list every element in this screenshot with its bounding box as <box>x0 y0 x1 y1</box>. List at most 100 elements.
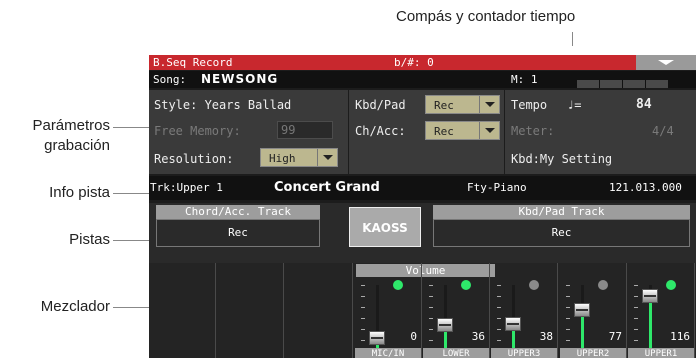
channel-volume-value: 116 <box>670 330 690 343</box>
fader-knob[interactable] <box>642 289 658 304</box>
channel-name[interactable]: LOWER <box>423 348 489 358</box>
scale-tick <box>566 307 570 308</box>
kbd-setting[interactable]: Kbd:My Setting <box>511 152 612 166</box>
song-name[interactable]: NEWSONG <box>201 71 278 88</box>
kbd-pad-label: Kbd/Pad <box>355 98 406 112</box>
tempo-label: Tempo <box>511 98 548 112</box>
scale-tick <box>429 318 433 319</box>
callout-line <box>113 127 149 128</box>
resolution-value: High <box>269 152 296 165</box>
mixer-channel: 0 MIC/IN <box>355 263 422 358</box>
divider <box>504 90 505 174</box>
mixer-channel: 77 UPPER2 <box>560 263 627 358</box>
page-menu-button[interactable] <box>636 55 696 70</box>
callout-line <box>572 32 573 46</box>
mixer-channel: 116 UPPER1 <box>628 263 695 358</box>
scale-tick <box>429 340 433 341</box>
title-bar: B.Seq Record b/#: 0 <box>149 55 696 70</box>
fader-scale <box>634 285 638 343</box>
chord-acc-track-button[interactable]: Rec <box>156 219 320 247</box>
track-info: Trk:Upper 1 Concert Grand Fty-Piano 121.… <box>149 176 696 200</box>
channel-name[interactable]: UPPER2 <box>560 348 626 358</box>
song-label: Song: <box>153 73 187 86</box>
tempo-note-icon: ♩= <box>567 98 582 112</box>
scale-tick <box>634 318 638 319</box>
scale-tick <box>634 307 638 308</box>
fader-knob[interactable] <box>574 302 590 317</box>
scale-tick <box>361 329 365 330</box>
chevron-down-icon <box>479 96 499 113</box>
mixer-channel: 36 LOWER <box>423 263 490 358</box>
callout-track-info: Info pista <box>49 184 110 201</box>
channel-status-led[interactable] <box>666 280 676 290</box>
fader-knob[interactable] <box>505 317 521 332</box>
mixer: Volume 0 MIC/IN 36 LOWER 38 UPPER3 77 UPPER2 116… <box>149 263 696 358</box>
kbd-pad-select[interactable]: Rec <box>425 95 500 114</box>
scale-tick <box>566 340 570 341</box>
scale-tick <box>497 318 501 319</box>
fader-scale <box>361 285 365 343</box>
beat-indicator <box>646 80 668 88</box>
sound-bank: Fty-Piano <box>467 181 527 194</box>
fader-knob[interactable] <box>369 331 385 345</box>
tracks-section: Chord/Acc. Track Rec KAOSS Kbd/Pad Track… <box>149 203 696 263</box>
scale-tick <box>429 307 433 308</box>
callout-record-params: Parámetros grabación <box>32 117 110 154</box>
mixer-channel: 38 UPPER3 <box>491 263 558 358</box>
chord-acc-track-label: Chord/Acc. Track <box>156 205 320 219</box>
record-parameters: Style: Years Ballad Free Memory: 99 Reso… <box>149 90 696 174</box>
ch-acc-value: Rec <box>434 125 454 138</box>
chevron-down-icon <box>479 122 499 139</box>
ch-acc-select[interactable]: Rec <box>425 121 500 140</box>
kbd-pad-value: Rec <box>434 99 454 112</box>
fader-knob[interactable] <box>437 318 453 333</box>
style-name[interactable]: Style: Years Ballad <box>154 98 291 112</box>
scale-tick <box>361 340 365 341</box>
beat-indicator <box>577 80 599 88</box>
page-title: B.Seq Record <box>153 56 233 69</box>
mixer-channel-empty <box>286 263 353 358</box>
beat-counter <box>577 76 669 88</box>
free-memory-value: 99 <box>277 121 333 139</box>
scale-tick <box>566 285 570 286</box>
track-name: Trk:Upper 1 <box>150 181 223 194</box>
tempo-value[interactable]: 84 <box>636 97 652 112</box>
device-screen: B.Seq Record b/#: 0 Song: NEWSONG M: 1 S… <box>149 55 696 358</box>
scale-tick <box>429 296 433 297</box>
channel-name[interactable]: UPPER1 <box>628 348 694 358</box>
channel-volume-value: 77 <box>608 330 622 343</box>
channel-volume-value: 36 <box>471 330 485 343</box>
scale-tick <box>361 318 365 319</box>
scale-tick <box>634 296 638 297</box>
meter-label: Meter: <box>511 124 555 138</box>
divider <box>348 90 349 174</box>
song-bar: Song: NEWSONG M: 1 <box>149 71 696 88</box>
channel-volume-value: 38 <box>539 330 553 343</box>
channel-name[interactable]: UPPER3 <box>491 348 557 358</box>
channel-status-led[interactable] <box>461 280 471 290</box>
callout-tracks: Pistas <box>69 231 110 248</box>
channel-volume-value: 0 <box>410 330 417 343</box>
scale-tick <box>361 285 365 286</box>
kbd-pad-track-button[interactable]: Rec <box>433 219 690 247</box>
kaoss-button[interactable]: KAOSS <box>349 207 421 247</box>
scale-tick <box>361 307 365 308</box>
resolution-select[interactable]: High <box>260 148 338 167</box>
channel-status-led[interactable] <box>529 280 539 290</box>
callout-line <box>113 307 149 308</box>
channel-status-led[interactable] <box>393 280 403 290</box>
channel-name[interactable]: MIC/IN <box>355 348 421 358</box>
scale-tick <box>429 329 433 330</box>
channel-status-led[interactable] <box>598 280 608 290</box>
scale-tick <box>497 307 501 308</box>
scale-tick <box>361 296 365 297</box>
transpose-indicator: b/#: 0 <box>394 56 434 69</box>
chevron-down-icon <box>317 149 337 166</box>
scale-tick <box>429 285 433 286</box>
scale-tick <box>566 329 570 330</box>
sound-name[interactable]: Concert Grand <box>274 176 380 200</box>
measure-counter: M: 1 <box>511 73 538 86</box>
mixer-channel-empty <box>217 263 284 358</box>
mixer-channel-empty <box>149 263 216 358</box>
scale-tick <box>566 296 570 297</box>
